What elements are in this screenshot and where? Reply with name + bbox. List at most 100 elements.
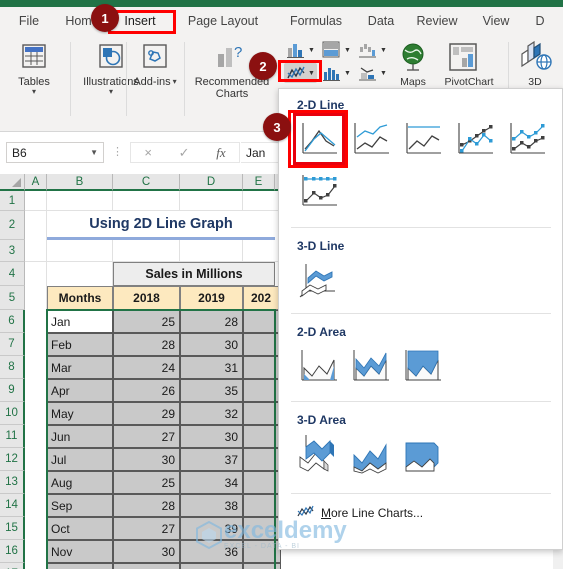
column-header-b[interactable]: B [47,174,113,191]
table-row[interactable]: 30 [180,333,243,356]
maps-button[interactable] [396,40,430,79]
chevron-down-icon[interactable]: ▼ [90,148,98,157]
tab-review[interactable]: Review [410,7,464,34]
row-header-11[interactable]: 11 [0,425,25,448]
addins-button[interactable]: Add-ins ▾ [131,42,179,88]
table-row[interactable] [243,448,281,471]
gallery-item-3d-100-stacked-area-chart[interactable] [399,431,447,479]
table-row[interactable] [243,517,281,540]
tab-view[interactable]: View [476,7,516,34]
row-header-7[interactable]: 7 [0,333,25,356]
pivotchart-button[interactable] [446,40,480,79]
table-row[interactable]: 37 [180,448,243,471]
row-header-3[interactable]: 3 [0,240,25,262]
row-header-1[interactable]: 1 [0,191,25,211]
select-all-button[interactable] [0,174,25,191]
table-row[interactable]: 25 [113,471,180,494]
gallery-item-3d-area-chart[interactable] [295,431,343,479]
table-row[interactable]: 31 [180,356,243,379]
table-row[interactable]: 42 [180,563,243,569]
chevron-down-icon[interactable]: ▼ [380,47,387,54]
gallery-item-100-stacked-line-with-markers-chart[interactable] [295,167,343,215]
table-row[interactable]: 25 [113,310,180,333]
line-chart-button[interactable]: ▼ [284,63,317,83]
chevron-down-icon[interactable]: ▼ [344,70,351,77]
table-row[interactable]: Jul [47,448,113,471]
gallery-item-stacked-line-with-markers-chart[interactable] [503,115,551,163]
row-header-14[interactable]: 14 [0,494,25,517]
tab-file[interactable]: File [8,7,50,34]
table-row[interactable]: Feb [47,333,113,356]
chevron-down-icon[interactable]: ▼ [308,47,315,54]
tab-formulas[interactable]: Formulas [282,7,350,34]
table-row[interactable]: May [47,402,113,425]
table-row[interactable] [243,471,281,494]
table-row[interactable] [243,402,281,425]
sheet-title[interactable]: Using 2D Line Graph [47,211,275,240]
table-row[interactable]: 28 [113,494,180,517]
table-row[interactable]: Oct [47,517,113,540]
table-row[interactable]: Jan [47,310,113,333]
table-row[interactable]: 30 [113,448,180,471]
gallery-item-stacked-area-chart[interactable] [347,343,395,391]
enter-icon[interactable]: ✓ [179,145,190,161]
column-header-c[interactable]: C [113,174,180,191]
table-row[interactable]: 30 [113,540,180,563]
table-row[interactable] [243,356,281,379]
chevron-down-icon[interactable]: ▼ [308,70,315,77]
row-header-10[interactable]: 10 [0,402,25,425]
tab-insert[interactable]: Insert [112,7,168,34]
gallery-item-area-chart[interactable] [295,343,343,391]
row-header-8[interactable]: 8 [0,356,25,379]
tables-button[interactable]: Tables ▾ [7,42,61,96]
table-row[interactable] [243,310,281,333]
table-row[interactable]: 38 [180,494,243,517]
row-header-13[interactable]: 13 [0,471,25,494]
column-header-a[interactable]: A [25,174,47,191]
3d-map-button[interactable] [518,40,554,79]
table-column-header-2020[interactable]: 202 [243,286,281,310]
table-row[interactable]: Sep [47,494,113,517]
chevron-down-icon[interactable]: ▾ [32,88,36,96]
row-header-6[interactable]: 6 [0,310,25,333]
gallery-item-line-chart[interactable] [293,113,345,165]
line-chart-gallery[interactable]: 2-D Line 3-D Line 2-D Area 3-D Area More… [278,88,563,550]
row-header-15[interactable]: 15 [0,517,25,540]
row-header-16[interactable]: 16 [0,540,25,563]
table-row[interactable]: Mar [47,356,113,379]
table-column-header-2018[interactable]: 2018 [113,286,180,310]
table-group-header[interactable]: Sales in Millions [113,262,275,286]
table-row[interactable]: 34 [180,471,243,494]
more-line-charts-link[interactable]: More Line Charts... [297,504,423,522]
table-row[interactable]: 26 [113,379,180,402]
cancel-icon[interactable]: × [144,145,152,160]
table-row[interactable]: Dec [47,563,113,569]
table-row[interactable]: 34 [113,563,180,569]
row-header-5[interactable]: 5 [0,286,25,310]
row-header-4[interactable]: 4 [0,262,25,286]
row-header-12[interactable]: 12 [0,448,25,471]
table-row[interactable] [243,425,281,448]
table-row[interactable]: 29 [113,402,180,425]
histogram-chart-button[interactable]: ▼ [320,63,353,83]
table-row[interactable]: Aug [47,471,113,494]
gallery-item-3d-stacked-area-chart[interactable] [347,431,395,479]
table-row[interactable]: 28 [180,310,243,333]
table-row[interactable] [243,379,281,402]
table-row[interactable]: 24 [113,356,180,379]
table-row[interactable]: Nov [47,540,113,563]
table-column-header-2019[interactable]: 2019 [180,286,243,310]
table-row[interactable]: 27 [113,517,180,540]
table-row[interactable]: 35 [180,379,243,402]
chevron-down-icon[interactable]: ▼ [380,70,387,77]
table-row[interactable]: 36 [180,540,243,563]
table-row[interactable] [243,563,281,569]
table-row[interactable]: 30 [180,425,243,448]
table-column-header-months[interactable]: Months [47,286,113,310]
waterfall-chart-button[interactable]: ▼ [356,40,389,60]
gallery-item-stacked-line-chart[interactable] [347,115,395,163]
table-row[interactable] [243,540,281,563]
table-row[interactable]: 32 [180,402,243,425]
tab-page-layout[interactable]: Page Layout [180,7,266,34]
gallery-item-100-stacked-line-chart[interactable] [399,115,447,163]
